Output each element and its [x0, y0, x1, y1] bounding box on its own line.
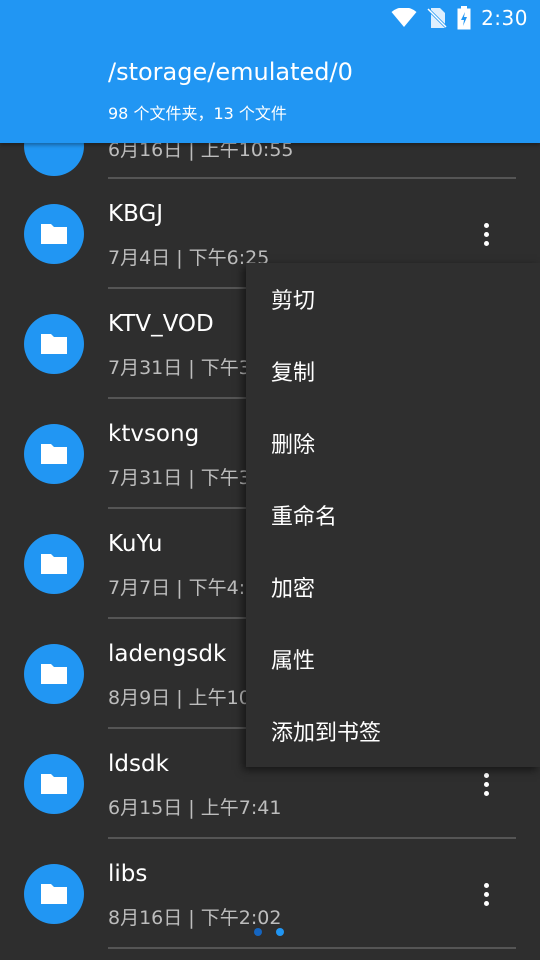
- page-indicator: [254, 928, 284, 936]
- menu-item-delete[interactable]: 删除: [246, 407, 540, 479]
- no-sim-icon: [427, 7, 448, 29]
- divider: [108, 947, 516, 949]
- folder-name: KuYu: [108, 531, 163, 557]
- more-options-icon[interactable]: [470, 874, 502, 914]
- menu-item-copy[interactable]: 复制: [246, 335, 540, 407]
- menu-item-encrypt[interactable]: 加密: [246, 551, 540, 623]
- list-item: [0, 947, 540, 960]
- folder-icon: [24, 424, 84, 484]
- folder-meta: 8月16日 | 下午2:02: [108, 907, 282, 929]
- status-time: 2:30: [481, 6, 528, 30]
- folder-meta: 6月15日 | 上午7:41: [108, 797, 282, 819]
- divider: [108, 837, 516, 839]
- status-bar: 2:30: [0, 0, 540, 36]
- divider: [108, 177, 516, 179]
- current-path: /storage/emulated/0: [108, 58, 353, 86]
- menu-item-properties[interactable]: 属性: [246, 623, 540, 695]
- page-dot[interactable]: [254, 928, 262, 936]
- folder-icon: [24, 864, 84, 924]
- folder-meta: 8月9日 | 上午10: [108, 687, 251, 709]
- folder-icon: [24, 204, 84, 264]
- folder-name: KTV_VOD: [108, 311, 214, 337]
- folder-meta: 7月31日 | 下午3: [108, 467, 251, 489]
- context-menu: 剪切 复制 删除 重命名 加密 属性 添加到书签: [246, 263, 540, 767]
- menu-item-rename[interactable]: 重命名: [246, 479, 540, 551]
- app-bar: 2:30 /storage/emulated/0 98 个文件夹，13 个文件: [0, 0, 540, 143]
- folder-icon: [24, 644, 84, 704]
- folder-icon: [24, 314, 84, 374]
- folder-meta: 7月7日 | 下午4:4: [108, 577, 258, 599]
- menu-item-add-bookmark[interactable]: 添加到书签: [246, 695, 540, 767]
- folder-meta: 7月31日 | 下午3: [108, 357, 251, 379]
- more-options-icon[interactable]: [470, 764, 502, 804]
- page-dot-active[interactable]: [276, 928, 284, 936]
- battery-charging-icon: [457, 6, 471, 30]
- folder-name: libs: [108, 861, 148, 887]
- folder-icon: [24, 754, 84, 814]
- menu-item-cut[interactable]: 剪切: [246, 263, 540, 335]
- folder-name: ldsdk: [108, 751, 169, 777]
- folder-icon: [24, 534, 84, 594]
- folder-file-count: 98 个文件夹，13 个文件: [108, 104, 287, 123]
- folder-name: ktvsong: [108, 421, 200, 447]
- folder-name: KBGJ: [108, 201, 164, 227]
- more-options-icon[interactable]: [470, 214, 502, 254]
- wifi-icon: [391, 8, 417, 27]
- folder-name: ladengsdk: [108, 641, 227, 667]
